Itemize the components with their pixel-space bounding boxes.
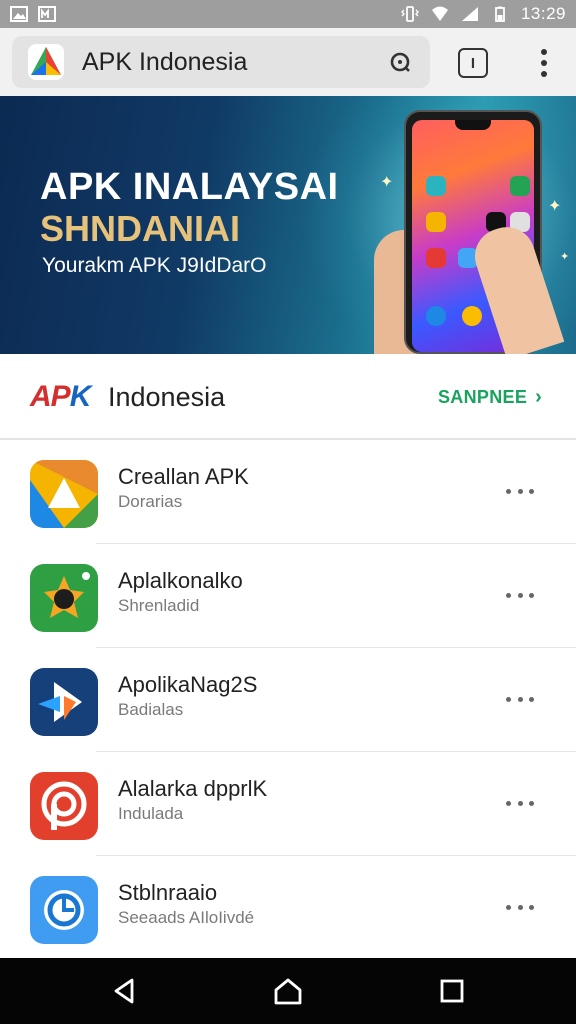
search-icon[interactable] <box>388 50 412 74</box>
tabs-count: I <box>470 54 476 72</box>
app-list: Creallan APK Dorarias Aplalkonalko Shren… <box>0 440 576 958</box>
p-app-icon <box>30 772 98 840</box>
battery-icon <box>495 6 505 22</box>
more-vert-icon[interactable] <box>530 46 558 80</box>
app-subtitle: Badialas <box>118 700 184 719</box>
banner-tagline: Yourakm APK J9IdDarO <box>42 254 267 277</box>
sparkle-icon: ✦ <box>560 251 570 263</box>
more-options-icon[interactable] <box>500 684 540 714</box>
triangle-app-icon <box>30 460 98 528</box>
more-options-icon[interactable] <box>500 580 540 610</box>
app-subtitle: Seeaads AIloIivdé <box>118 908 255 927</box>
more-options-icon[interactable] <box>500 892 540 922</box>
play-app-icon <box>30 668 98 736</box>
list-item[interactable]: Aplalkonalko Shrenladid <box>0 544 576 648</box>
section-header: APK Indonesia SANPNEE › <box>0 354 576 440</box>
recents-icon[interactable] <box>437 976 467 1006</box>
sparkle-icon: ✦ <box>380 174 394 191</box>
navigation-bar <box>0 958 576 1024</box>
app-name: Creallan APK <box>118 464 249 489</box>
star-app-icon <box>30 564 98 632</box>
sparkle-icon: ✦ <box>548 198 562 215</box>
signal-icon <box>461 7 478 21</box>
more-options-icon[interactable] <box>500 476 540 506</box>
list-item[interactable]: Alalarka dpprlK Indulada <box>0 752 576 856</box>
clock-app-icon <box>30 876 98 944</box>
banner-title: APK INALAYSAI <box>40 166 339 208</box>
list-item[interactable]: Creallan APK Dorarias <box>0 440 576 544</box>
browser-toolbar: APK Indonesia I <box>0 28 576 96</box>
tabs-button[interactable]: I <box>458 48 488 78</box>
app-name: Alalarka dpprlK <box>118 776 268 801</box>
app-subtitle: Shrenladid <box>118 596 200 615</box>
app-subtitle: Dorarias <box>118 492 183 511</box>
see-all-label: SANPNEE <box>438 387 528 407</box>
banner-subtitle: SHNDANIAI <box>40 208 241 249</box>
brand-logo: APK <box>30 380 91 413</box>
page-title: APK Indonesia <box>82 47 248 76</box>
app-name: Aplalkonalko <box>118 568 243 593</box>
image-icon <box>10 6 28 22</box>
app-subtitle: Indulada <box>118 804 184 823</box>
back-icon[interactable] <box>110 976 140 1006</box>
vibrate-icon <box>400 6 419 22</box>
home-icon[interactable] <box>273 976 303 1006</box>
app-name: Stblnraaio <box>118 880 218 905</box>
chevron-right-icon: › <box>535 386 543 408</box>
list-item[interactable]: ApolikaNag2S Badialas <box>0 648 576 752</box>
section-title: Indonesia <box>108 382 226 412</box>
app-name: ApolikaNag2S <box>118 672 258 697</box>
address-bar[interactable]: APK Indonesia <box>12 36 430 88</box>
more-options-icon[interactable] <box>500 788 540 818</box>
site-logo-icon <box>28 44 64 80</box>
gallery-icon <box>38 6 56 22</box>
see-all-link[interactable]: SANPNEE › <box>438 386 542 409</box>
list-item[interactable]: Stblnraaio Seeaads AIloIivdé <box>0 856 576 960</box>
wifi-icon <box>431 6 448 21</box>
status-bar: 13:29 <box>0 0 576 28</box>
clock: 13:29 <box>520 4 566 23</box>
